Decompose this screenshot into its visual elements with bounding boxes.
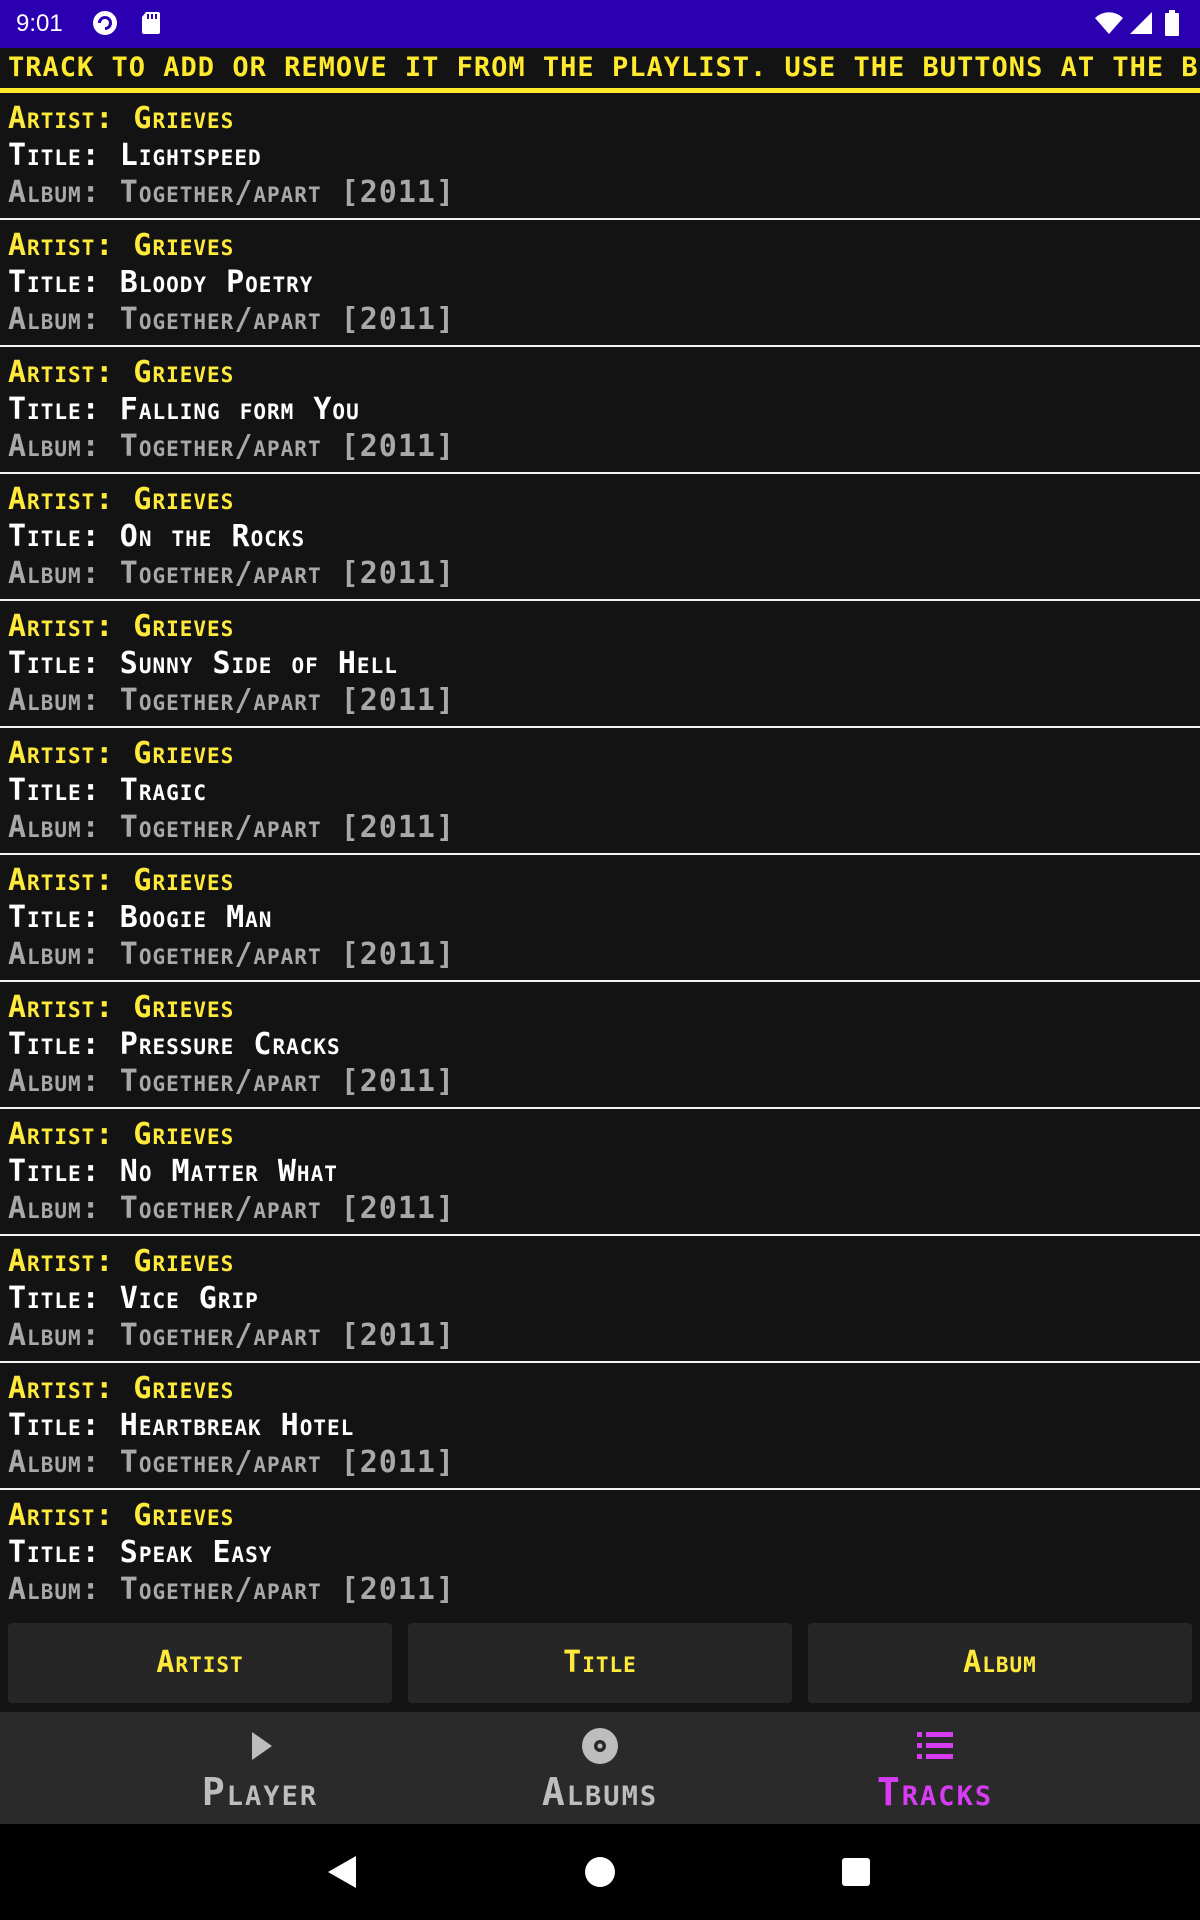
pocket-casts-icon — [93, 11, 117, 35]
cellular-icon — [1130, 12, 1152, 34]
track-album: Album: Together/apart [2011] — [8, 937, 456, 972]
home-icon[interactable] — [580, 1852, 620, 1892]
instruction-marquee: track to add or remove it from the playl… — [0, 48, 1200, 93]
back-icon[interactable] — [322, 1852, 362, 1892]
track-artist: Artist: Grieves — [8, 355, 235, 390]
status-bar: 9:01 — [0, 0, 1200, 48]
track-item[interactable]: Artist: Grieves Title: Tragic Album: Tog… — [0, 728, 1200, 855]
track-title: Title: Sunny Side of Hell — [8, 646, 398, 681]
nav-player[interactable]: Player — [90, 1712, 430, 1824]
track-artist: Artist: Grieves — [8, 1498, 235, 1533]
track-album: Album: Together/apart [2011] — [8, 683, 456, 718]
track-album: Album: Together/apart [2011] — [8, 1064, 456, 1099]
track-title: Title: Falling form You — [8, 392, 360, 427]
track-title: Title: Heartbreak Hotel — [8, 1408, 355, 1443]
track-artist: Artist: Grieves — [8, 228, 235, 263]
track-album: Album: Together/apart [2011] — [8, 556, 456, 591]
nav-tracks-label: Tracks — [876, 1770, 994, 1814]
track-album: Album: Together/apart [2011] — [8, 810, 456, 845]
nav-albums-label: Albums — [541, 1770, 659, 1814]
track-album: Album: Together/apart [2011] — [8, 302, 456, 337]
play-icon — [252, 1732, 272, 1760]
recents-icon[interactable] — [836, 1852, 876, 1892]
track-artist: Artist: Grieves — [8, 990, 235, 1025]
track-artist: Artist: Grieves — [8, 1244, 235, 1279]
track-item[interactable]: Artist: Grieves Title: Speak Easy Album:… — [0, 1490, 1200, 1615]
track-title: Title: Lightspeed — [8, 138, 262, 173]
marquee-text: track to add or remove it from the playl… — [8, 52, 1199, 83]
track-artist: Artist: Grieves — [8, 1371, 235, 1406]
sort-artist-button[interactable]: Artist — [8, 1623, 392, 1703]
track-artist: Artist: Grieves — [8, 736, 235, 771]
nav-albums[interactable]: Albums — [430, 1712, 770, 1824]
sort-album-button[interactable]: Album — [808, 1623, 1192, 1703]
track-artist: Artist: Grieves — [8, 609, 235, 644]
track-list[interactable]: Artist: Grieves Title: Lightspeed Album:… — [0, 93, 1200, 1615]
track-item[interactable]: Artist: Grieves Title: Sunny Side of Hel… — [0, 601, 1200, 728]
track-artist: Artist: Grieves — [8, 1117, 235, 1152]
track-album: Album: Together/apart [2011] — [8, 1191, 456, 1226]
track-artist: Artist: Grieves — [8, 101, 235, 136]
track-artist: Artist: Grieves — [8, 863, 235, 898]
battery-icon — [1165, 10, 1179, 36]
track-item[interactable]: Artist: Grieves Title: Lightspeed Album:… — [0, 93, 1200, 220]
track-title: Title: Tragic — [8, 773, 208, 808]
track-item[interactable]: Artist: Grieves Title: Pressure Cracks A… — [0, 982, 1200, 1109]
track-album: Album: Together/apart [2011] — [8, 175, 456, 210]
track-title: Title: Pressure Cracks — [8, 1027, 341, 1062]
bottom-navigation: Player Albums Tracks — [0, 1712, 1200, 1824]
track-title: Title: Boogie Man — [8, 900, 273, 935]
status-time: 9:01 — [16, 10, 63, 37]
track-title: Title: No Matter What — [8, 1154, 338, 1189]
nav-tracks[interactable]: Tracks — [765, 1712, 1105, 1824]
track-item[interactable]: Artist: Grieves Title: Boogie Man Album:… — [0, 855, 1200, 982]
nav-player-label: Player — [201, 1770, 319, 1814]
sort-title-button[interactable]: Title — [408, 1623, 792, 1703]
track-item[interactable]: Artist: Grieves Title: Bloody Poetry Alb… — [0, 220, 1200, 347]
track-album: Album: Together/apart [2011] — [8, 429, 456, 464]
track-artist: Artist: Grieves — [8, 482, 235, 517]
track-item[interactable]: Artist: Grieves Title: Falling form You … — [0, 347, 1200, 474]
disc-icon — [582, 1728, 618, 1764]
system-navigation-bar — [0, 1824, 1200, 1920]
wifi-icon — [1095, 12, 1123, 34]
track-title: Title: Bloody Poetry — [8, 265, 314, 300]
track-item[interactable]: Artist: Grieves Title: Heartbreak Hotel … — [0, 1363, 1200, 1490]
track-album: Album: Together/apart [2011] — [8, 1572, 456, 1607]
track-title: Title: Speak Easy — [8, 1535, 273, 1570]
track-item[interactable]: Artist: Grieves Title: No Matter What Al… — [0, 1109, 1200, 1236]
track-album: Album: Together/apart [2011] — [8, 1445, 456, 1480]
sd-card-icon — [142, 12, 160, 34]
list-icon — [917, 1732, 953, 1759]
track-item[interactable]: Artist: Grieves Title: Vice Grip Album: … — [0, 1236, 1200, 1363]
track-album: Album: Together/apart [2011] — [8, 1318, 456, 1353]
sort-bar: Artist Title Album — [0, 1615, 1200, 1710]
track-title: Title: Vice Grip — [8, 1281, 259, 1316]
track-item[interactable]: Artist: Grieves Title: On the Rocks Albu… — [0, 474, 1200, 601]
track-title: Title: On the Rocks — [8, 519, 306, 554]
